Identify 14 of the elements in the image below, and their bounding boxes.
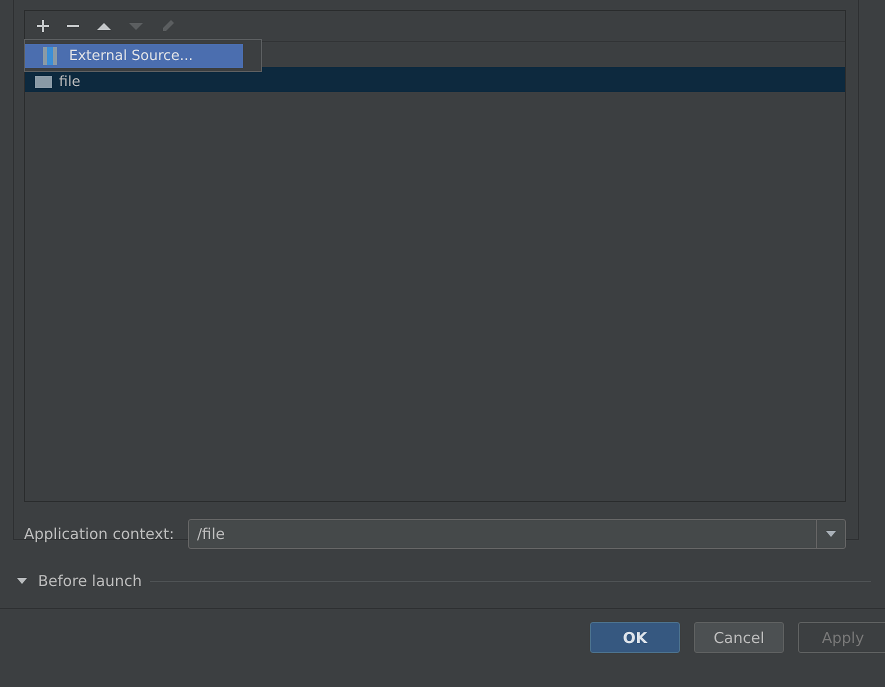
dialog-button[interactable]: Cancel — [694, 622, 784, 653]
field-label: Application context: — [24, 525, 176, 543]
expand-arrow-icon — [16, 576, 28, 586]
ok-button[interactable]: OK — [590, 622, 680, 653]
folder-icon — [35, 76, 52, 88]
dropdown-arrow-icon — [825, 530, 837, 538]
plus-icon — [36, 19, 50, 33]
archive-icon — [43, 47, 57, 65]
row-label: file — [59, 74, 80, 90]
list-row[interactable]: file — [25, 67, 845, 92]
section-toggle[interactable]: Before launch — [16, 572, 142, 590]
menu-item[interactable]: External Source... — [25, 44, 243, 68]
context-combo-box[interactable]: /file — [188, 519, 846, 549]
pencil-icon — [160, 18, 176, 34]
